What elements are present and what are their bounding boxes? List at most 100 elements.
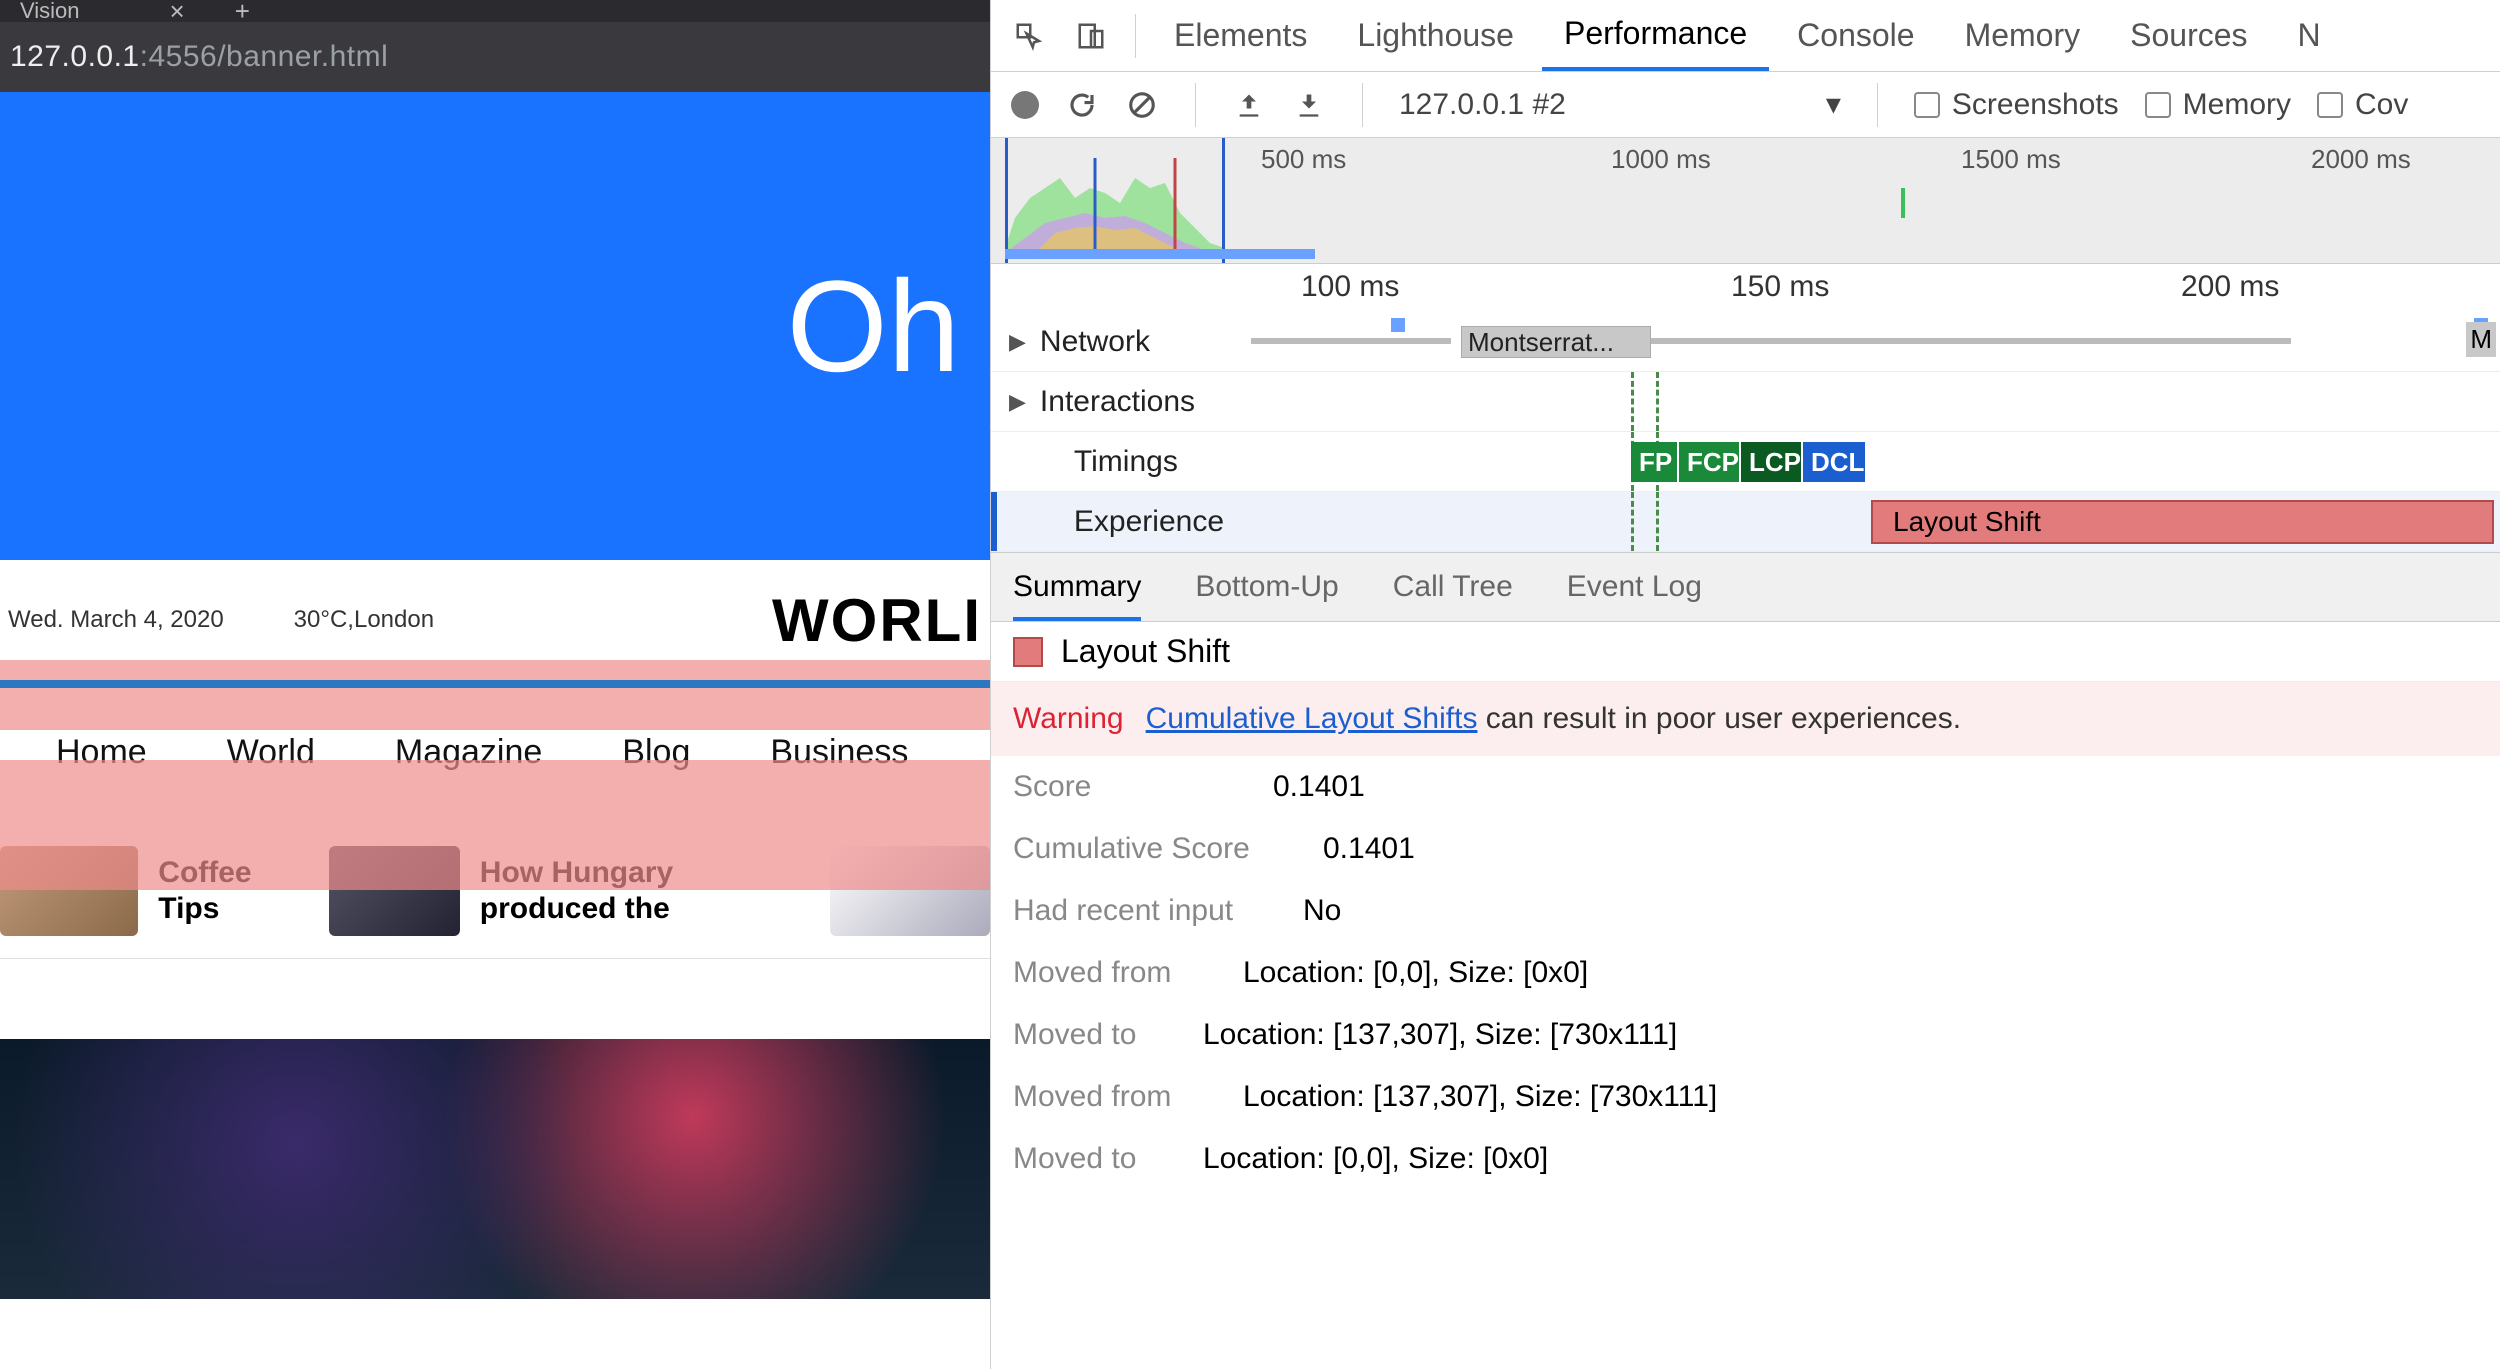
summary-value: Location: [137,307], Size: [730x111]: [1243, 1080, 1717, 1114]
detail-tabs: Summary Bottom-Up Call Tree Event Log: [991, 552, 2500, 622]
performance-toolbar: 127.0.0.1 #2 ▾ Screenshots Memory Cov: [991, 72, 2500, 138]
lane-network[interactable]: ▶ Network Montserrat... M: [991, 312, 2500, 372]
nav-item[interactable]: World: [227, 733, 315, 772]
timing-fcp[interactable]: FCP: [1679, 442, 1739, 482]
lane-label: Network: [1040, 325, 1150, 359]
warning-text: can result in poor user experiences.: [1486, 702, 1961, 735]
detail-tab-eventlog[interactable]: Event Log: [1567, 570, 1702, 604]
hero-banner: Oh: [0, 92, 990, 560]
download-icon[interactable]: [1292, 88, 1326, 122]
clear-icon[interactable]: [1125, 88, 1159, 122]
summary-title: Layout Shift: [1061, 633, 1230, 670]
timeline-ruler[interactable]: 100 ms 150 ms 200 ms: [991, 264, 2500, 312]
reload-icon[interactable]: [1065, 88, 1099, 122]
timing-fp[interactable]: FP: [1631, 442, 1677, 482]
overview-activity-bar: [1005, 249, 1315, 259]
summary-value: No: [1303, 894, 1341, 928]
address-bar[interactable]: 127.0.0.1:4556/banner.html: [0, 22, 990, 92]
story-item[interactable]: [830, 846, 990, 936]
checkbox-label: Screenshots: [1952, 88, 2119, 122]
detail-tab-bottomup[interactable]: Bottom-Up: [1195, 570, 1338, 604]
overview-tick: 1000 ms: [1611, 144, 1711, 175]
device-toggle-icon[interactable]: [1071, 16, 1111, 56]
target-dropdown[interactable]: 127.0.0.1 #2 ▾: [1399, 87, 1841, 122]
summary-row: Moved toLocation: [0,0], Size: [0x0]: [991, 1128, 2500, 1190]
story-item[interactable]: Coffee Tips: [0, 846, 299, 936]
devtools-tab-elements[interactable]: Elements: [1152, 0, 1329, 71]
disclosure-triangle-icon[interactable]: ▶: [1009, 329, 1026, 355]
nav-item[interactable]: Blog: [622, 733, 690, 772]
upload-icon[interactable]: [1232, 88, 1266, 122]
lane-experience[interactable]: ▶ Experience Layout Shift: [991, 492, 2500, 552]
timing-lcp[interactable]: LCP: [1741, 442, 1801, 482]
new-tab-icon[interactable]: +: [235, 0, 250, 27]
devtools-tab-lighthouse[interactable]: Lighthouse: [1335, 0, 1536, 71]
memory-checkbox[interactable]: Memory: [2145, 88, 2291, 122]
overview-marker: [1901, 188, 1905, 218]
summary-key: Moved from: [1013, 1080, 1213, 1114]
devtools-tab-more[interactable]: N: [2276, 0, 2343, 71]
chevron-down-icon: ▾: [1826, 87, 1841, 122]
nav-item[interactable]: Home: [56, 733, 147, 772]
cls-link[interactable]: Cumulative Layout Shifts: [1146, 702, 1478, 735]
summary-key: Cumulative Score: [1013, 832, 1293, 866]
story-title: How Hungary produced the: [480, 855, 800, 927]
summary-value: 0.1401: [1273, 770, 1365, 804]
network-bar[interactable]: [1251, 338, 1451, 344]
timing-dcl[interactable]: DCL: [1803, 442, 1865, 482]
target-label: 127.0.0.1 #2: [1399, 88, 1566, 122]
detail-tab-calltree[interactable]: Call Tree: [1393, 570, 1513, 604]
devtools-tab-memory[interactable]: Memory: [1943, 0, 2103, 71]
network-bar[interactable]: [1651, 338, 2291, 344]
summary-key: Score: [1013, 770, 1243, 804]
devtools-tab-console[interactable]: Console: [1775, 0, 1936, 71]
article-hero-image: [0, 1039, 990, 1299]
nav-item[interactable]: S: [988, 733, 990, 772]
nav-item[interactable]: Magazine: [395, 733, 542, 772]
record-icon[interactable]: [1011, 91, 1039, 119]
overview-tick: 2000 ms: [2311, 144, 2411, 175]
devtools-panel: Elements Lighthouse Performance Console …: [990, 0, 2500, 1369]
meta-weather: 30°C,London: [294, 606, 434, 634]
coverage-checkbox[interactable]: Cov: [2317, 88, 2408, 122]
story-thumb: [0, 846, 138, 936]
overview-tick: 500 ms: [1261, 144, 1346, 175]
network-request-montserrat[interactable]: Montserrat...: [1461, 326, 1651, 358]
devtools-tab-performance[interactable]: Performance: [1542, 0, 1769, 71]
meta-date: Wed. March 4, 2020: [8, 606, 224, 634]
devtools-tab-sources[interactable]: Sources: [2108, 0, 2269, 71]
layout-shift-bar[interactable]: Layout Shift: [1871, 500, 2494, 544]
lane-interactions[interactable]: ▶ Interactions: [991, 372, 2500, 432]
story-strip: Coffee Tips How Hungary produced the: [0, 824, 990, 959]
site-title: WORLI: [772, 586, 982, 655]
overview-selection[interactable]: [1005, 138, 1225, 263]
story-item[interactable]: How Hungary produced the: [329, 846, 800, 936]
timeline-tick: 150 ms: [1731, 270, 1829, 304]
tab-title: Vision: [20, 0, 80, 24]
warning-banner: Warning Cumulative Layout Shifts can res…: [991, 682, 2500, 756]
story-title: Coffee Tips: [158, 855, 299, 927]
inspect-icon[interactable]: [1009, 16, 1049, 56]
checkbox-label: Memory: [2183, 88, 2291, 122]
summary-row: Cumulative Score 0.1401: [991, 818, 2500, 880]
summary-row: Moved fromLocation: [0,0], Size: [0x0]: [991, 942, 2500, 1004]
network-request-marker[interactable]: [1391, 318, 1405, 332]
disclosure-triangle-icon[interactable]: ▶: [1009, 389, 1026, 415]
screenshots-checkbox[interactable]: Screenshots: [1914, 88, 2119, 122]
summary-key: Had recent input: [1013, 894, 1273, 928]
summary-key: Moved to: [1013, 1018, 1173, 1052]
lane-label: Experience: [1074, 505, 1224, 539]
timeline-tick: 200 ms: [2181, 270, 2279, 304]
overview-tick: 1500 ms: [1961, 144, 2061, 175]
url-host: 127.0.0.1: [10, 40, 140, 74]
story-thumb: [830, 846, 990, 936]
lane-timings[interactable]: ▶ Timings FP FCP LCP DCL: [991, 432, 2500, 492]
detail-tab-summary[interactable]: Summary: [1013, 570, 1141, 604]
network-request-tail[interactable]: M: [2466, 322, 2496, 357]
browser-tab[interactable]: Vision ×: [0, 0, 205, 27]
overview-ruler[interactable]: 500 ms 1000 ms 1500 ms 2000 ms: [991, 138, 2500, 264]
timeline-tick: 100 ms: [1301, 270, 1399, 304]
close-icon[interactable]: ×: [170, 0, 185, 27]
summary-value: 0.1401: [1323, 832, 1415, 866]
nav-item[interactable]: Business: [770, 733, 908, 772]
